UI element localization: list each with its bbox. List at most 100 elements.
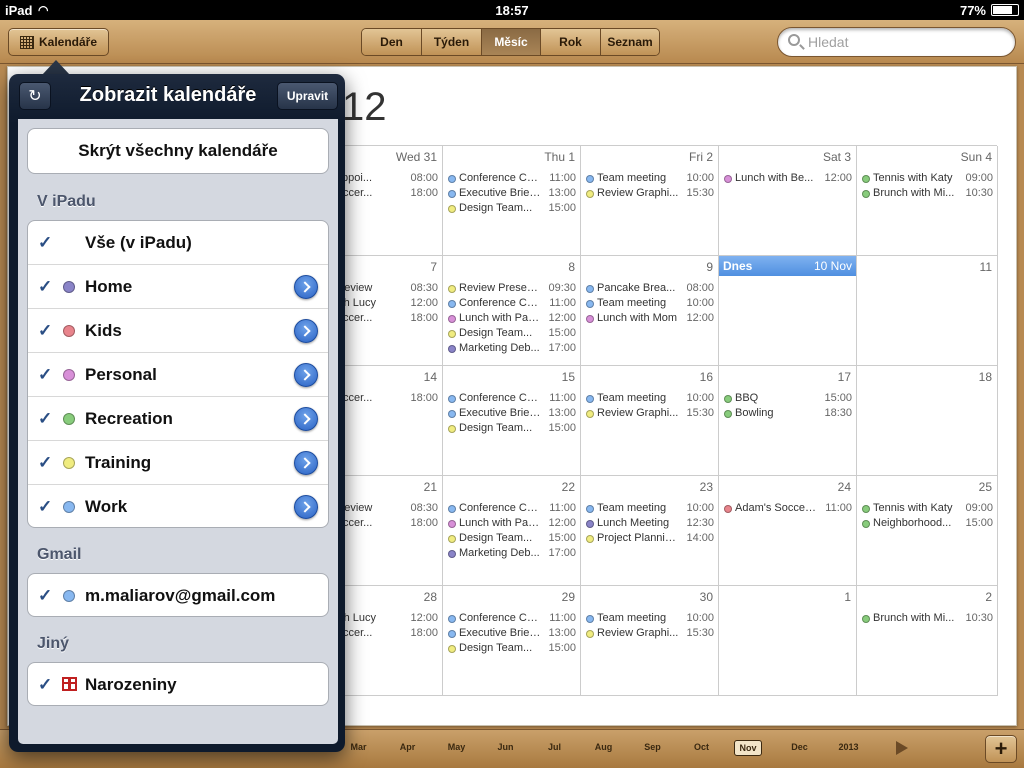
view-month[interactable]: Měsíc [482, 29, 541, 55]
event-item[interactable]: Design Team... 15:00 [448, 642, 576, 657]
calendar-row[interactable]: ✓ Recreation [28, 397, 328, 441]
disclosure-button-icon[interactable] [294, 407, 318, 431]
event-item[interactable]: Lunch with Be... 12:00 [724, 172, 852, 187]
event-item[interactable]: Executive Brief... 13:00 [448, 187, 576, 202]
event-item[interactable]: Team meeting 10:00 [586, 502, 714, 517]
day-cell[interactable]: Sun 4 Tennis with Katy 09:00 Brunch with Mi… [857, 146, 998, 256]
hide-all-calendars-button[interactable]: Skrýt všechny kalendáře [27, 128, 329, 174]
event-item[interactable]: Tennis with Katy 09:00 [862, 172, 993, 187]
day-cell[interactable]: Fri 2 Team meeting 10:00 Review Graphi... 15… [581, 146, 719, 256]
add-event-button[interactable]: + [985, 735, 1017, 763]
day-cell[interactable]: 29 Conference Ca... 11:00 Executive Brief..… [443, 586, 581, 696]
today-cell[interactable]: Dnes 10 Nov [719, 256, 857, 366]
event-item[interactable]: Adam's Soccer... 11:00 [724, 502, 852, 517]
day-cell[interactable]: 8 Review Presen... 09:30 Conference Ca... 11… [443, 256, 581, 366]
calendar-row[interactable]: ✓ Personal [28, 353, 328, 397]
event-item[interactable]: Conference Ca... 11:00 [448, 502, 576, 517]
event-item[interactable]: Design Team... 15:00 [448, 532, 576, 547]
event-item[interactable]: Project Plannin... 14:00 [586, 532, 714, 547]
view-list[interactable]: Seznam [601, 29, 659, 55]
month-tick[interactable]: May [432, 742, 481, 752]
event-item[interactable]: Review Presen... 09:30 [448, 282, 576, 297]
event-item[interactable]: Marketing Deb... 17:00 [448, 342, 576, 357]
event-item[interactable]: Team meeting 10:00 [586, 612, 714, 627]
day-cell[interactable]: 16 Team meeting 10:00 Review Graphi... 15:30 [581, 366, 719, 476]
month-tick[interactable]: Nov [734, 740, 762, 756]
event-item[interactable]: Conference Ca... 11:00 [448, 612, 576, 627]
event-item[interactable]: Conference Ca... 11:00 [448, 172, 576, 187]
refresh-button[interactable]: ↻ [19, 82, 51, 110]
event-item[interactable]: Team meeting 10:00 [586, 297, 714, 312]
event-item[interactable]: Marketing Deb... 17:00 [448, 547, 576, 562]
day-cell[interactable]: 24 Adam's Soccer... 11:00 [719, 476, 857, 586]
day-cell[interactable]: 22 Conference Ca... 11:00 Lunch with Pablo 1… [443, 476, 581, 586]
calendar-row[interactable]: ✓ Training [28, 441, 328, 485]
month-tick[interactable]: Jun [481, 742, 530, 752]
day-cell[interactable]: 11 [857, 256, 998, 366]
next-arrow-icon[interactable] [896, 741, 908, 755]
event-item[interactable]: Review Graphi... 15:30 [586, 627, 714, 642]
event-title: Marketing Deb... [459, 342, 540, 354]
calendar-row[interactable]: ✓ Narozeniny [28, 663, 328, 705]
calendar-row[interactable]: ✓ Kids [28, 309, 328, 353]
day-cell[interactable]: 9 Pancake Brea... 08:00 Team meeting 10:00 Lu… [581, 256, 719, 366]
edit-button[interactable]: Upravit [277, 82, 338, 110]
month-tick[interactable]: Dec [775, 742, 824, 752]
month-tick[interactable]: Oct [677, 742, 726, 752]
event-item[interactable]: Conference Ca... 11:00 [448, 392, 576, 407]
event-item[interactable]: Design Team... 15:00 [448, 422, 576, 437]
event-item[interactable]: Lunch with Pablo 12:00 [448, 517, 576, 532]
calendar-row[interactable]: ✓ Vše (v iPadu) [28, 221, 328, 265]
month-tick[interactable]: Jul [530, 742, 579, 752]
event-item[interactable]: Pancake Brea... 08:00 [586, 282, 714, 297]
event-item[interactable]: BBQ 15:00 [724, 392, 852, 407]
disclosure-button-icon[interactable] [294, 495, 318, 519]
day-cell[interactable]: 2 Brunch with Mi... 10:30 [857, 586, 998, 696]
day-cell[interactable]: Thu 1 Conference Ca... 11:00 Executive Brie… [443, 146, 581, 256]
event-item[interactable]: Team meeting 10:00 [586, 172, 714, 187]
day-number: Thu 1 [544, 150, 575, 164]
event-item[interactable]: Neighborhood... 15:00 [862, 517, 993, 532]
day-cell[interactable]: 25 Tennis with Katy 09:00 Neighborhood... 15… [857, 476, 998, 586]
event-item[interactable]: Executive Brief... 13:00 [448, 627, 576, 642]
month-tick[interactable]: Apr [383, 742, 432, 752]
day-cell[interactable]: 30 Team meeting 10:00 Review Graphi... 15:30 [581, 586, 719, 696]
disclosure-button-icon[interactable] [294, 363, 318, 387]
event-item[interactable]: Brunch with Mi... 10:30 [862, 187, 993, 202]
month-tick[interactable]: 2013 [824, 742, 873, 752]
day-cell[interactable]: 15 Conference Ca... 11:00 Executive Brief..… [443, 366, 581, 476]
month-tick[interactable]: Aug [579, 742, 628, 752]
event-item[interactable]: Executive Brief... 13:00 [448, 407, 576, 422]
event-item[interactable]: Design Team... 15:00 [448, 327, 576, 342]
event-item[interactable]: Lunch with Pablo 12:00 [448, 312, 576, 327]
calendar-name: Recreation [85, 409, 173, 428]
view-day[interactable]: Den [362, 29, 422, 55]
event-item[interactable]: Review Graphi... 15:30 [586, 407, 714, 422]
view-week[interactable]: Týden [422, 29, 482, 55]
day-cell[interactable]: Sat 3 Lunch with Be... 12:00 [719, 146, 857, 256]
disclosure-button-icon[interactable] [294, 319, 318, 343]
event-item[interactable]: Lunch Meeting 12:30 [586, 517, 714, 532]
event-item[interactable]: Review Graphi... 15:30 [586, 187, 714, 202]
event-item[interactable]: Conference Ca... 11:00 [448, 297, 576, 312]
calendar-row[interactable]: ✓ Home [28, 265, 328, 309]
month-tick[interactable]: Sep [628, 742, 677, 752]
calendar-row[interactable]: ✓ Work [28, 485, 328, 527]
search-input[interactable] [808, 33, 1008, 51]
day-cell[interactable]: 1 [719, 586, 857, 696]
event-item[interactable]: Team meeting 10:00 [586, 392, 714, 407]
disclosure-button-icon[interactable] [294, 275, 318, 299]
event-item[interactable]: Tennis with Katy 09:00 [862, 502, 993, 517]
event-item[interactable]: Brunch with Mi... 10:30 [862, 612, 993, 627]
calendar-row[interactable]: ✓ m.maliarov@gmail.com [28, 574, 328, 616]
view-year[interactable]: Rok [541, 29, 601, 55]
day-cell[interactable]: 17 BBQ 15:00 Bowling 18:30 [719, 366, 857, 476]
disclosure-button-icon[interactable] [294, 451, 318, 475]
calendars-button[interactable]: Kalendáře [8, 28, 109, 56]
day-cell[interactable]: 23 Team meeting 10:00 Lunch Meeting 12:30 Pro… [581, 476, 719, 586]
event-item[interactable]: Lunch with Mom 12:00 [586, 312, 714, 327]
event-item[interactable]: Design Team... 15:00 [448, 202, 576, 217]
event-item[interactable]: Bowling 18:30 [724, 407, 852, 422]
day-cell[interactable]: 18 [857, 366, 998, 476]
search-field[interactable] [777, 27, 1016, 57]
